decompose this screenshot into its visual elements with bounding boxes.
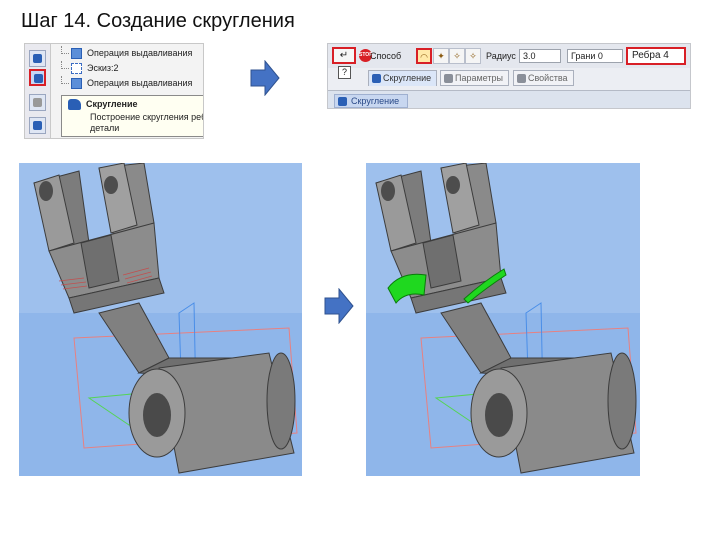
fillet-method-button[interactable]: ◠ <box>416 48 432 64</box>
panel-tab-fillet[interactable]: Скругление <box>334 94 409 108</box>
method-button-4[interactable]: ✧ <box>465 48 481 64</box>
method-button-3[interactable]: ✧ <box>449 48 465 64</box>
chamfer-icon <box>33 98 42 107</box>
properties-icon <box>517 74 526 83</box>
shell-icon <box>33 121 42 130</box>
toolbar-row: ↵ STOP Способ ◠ ✦ ✧ ✧ Радиус 3.0 Грани 0… <box>328 44 690 68</box>
fillet-icon <box>338 97 347 106</box>
property-tabs: Скругление Параметры Свойства <box>368 70 690 86</box>
edges-field[interactable]: Ребра 4 <box>626 47 686 65</box>
tab-label: Параметры <box>455 73 503 83</box>
edge-icon: ✦ <box>437 51 445 61</box>
part-model-after <box>366 163 640 476</box>
extrude-icon <box>71 78 82 89</box>
tree-item[interactable]: Операция выдавливания <box>53 46 201 61</box>
radius-label: Радиус <box>486 51 516 61</box>
tooltip-description: Построение скругления ребра детали <box>90 112 204 133</box>
tab-label: Скругление <box>383 73 432 83</box>
sketch-icon <box>71 63 82 74</box>
fillet-tooltip: Скругление Построение скругления ребра д… <box>61 95 204 137</box>
radius-input[interactable]: 3.0 <box>519 49 561 63</box>
tree-item[interactable]: Операция выдавливания <box>53 76 201 91</box>
viewport-before[interactable] <box>19 163 302 476</box>
tree-list: Операция выдавливания Эскиз:2 Операция в… <box>53 46 201 91</box>
op-icon <box>33 54 42 63</box>
strip-button-top[interactable] <box>29 50 46 67</box>
fillet-properties-panel: ↵ STOP Способ ◠ ✦ ✧ ✧ Радиус 3.0 Грани 0… <box>327 43 691 109</box>
face-icon: ✧ <box>453 51 461 61</box>
tool-strip <box>25 44 51 138</box>
tangent-icon: ✧ <box>469 51 477 61</box>
fillet-icon <box>372 74 381 83</box>
create-object-button[interactable]: ↵ <box>332 47 356 64</box>
tree-item-label: Операция выдавливания <box>87 78 193 88</box>
arrow-right-icon <box>250 60 280 96</box>
tree-item-label: Операция выдавливания <box>87 48 193 58</box>
panel-tab-bar: Скругление <box>328 90 690 108</box>
viewport-after[interactable] <box>366 163 640 476</box>
method-label: Способ <box>370 51 402 61</box>
tooltip-title: Скругление <box>86 99 138 109</box>
slide: Шаг 14. Создание скругления Операция выд… <box>0 0 720 540</box>
slide-title: Шаг 14. Создание скругления <box>21 10 295 32</box>
tab-properties[interactable]: Свойства <box>513 70 574 86</box>
parameters-icon <box>444 74 453 83</box>
help-icon[interactable]: ? <box>338 66 351 79</box>
tree-item[interactable]: Эскиз:2 <box>53 61 201 76</box>
fillet-icon <box>68 99 81 110</box>
tab-fillet[interactable]: Скругление <box>368 70 438 86</box>
strip-button-3[interactable] <box>29 94 46 111</box>
arrow-right-icon <box>324 288 354 324</box>
fillet-icon <box>34 74 43 83</box>
tab-label: Свойства <box>528 73 568 83</box>
fillet-tool-button[interactable] <box>29 69 46 86</box>
panel-tab-label: Скругление <box>351 96 400 106</box>
tree-connector <box>61 76 69 84</box>
tab-parameters[interactable]: Параметры <box>440 70 509 86</box>
tree-connector <box>61 61 69 69</box>
part-model-before <box>19 163 302 476</box>
tree-item-label: Эскиз:2 <box>87 63 119 73</box>
faces-field[interactable]: Грани 0 <box>567 49 623 63</box>
tree-connector <box>61 46 69 54</box>
method-button-2[interactable]: ✦ <box>433 48 449 64</box>
fillet-method-icon: ◠ <box>420 52 428 62</box>
extrude-icon <box>71 48 82 59</box>
model-tree-panel: Операция выдавливания Эскиз:2 Операция в… <box>24 43 204 139</box>
strip-button-4[interactable] <box>29 117 46 134</box>
